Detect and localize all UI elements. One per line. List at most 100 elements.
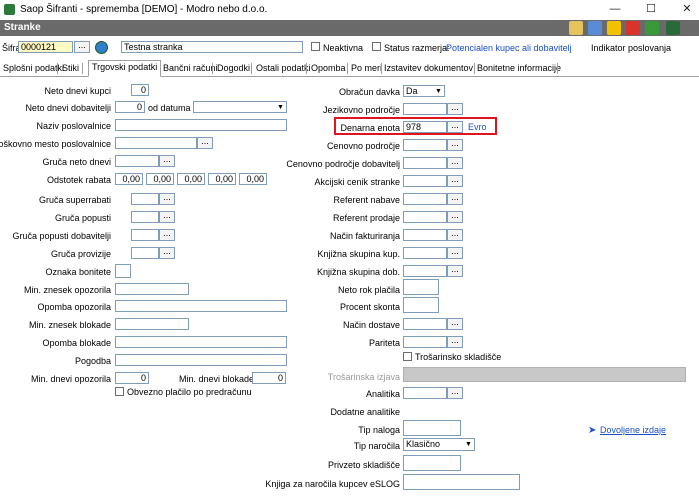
document-icon[interactable] xyxy=(588,21,602,35)
cenovno-dob-input[interactable] xyxy=(403,157,447,169)
nacin-dost-input[interactable] xyxy=(403,318,447,330)
strosk-input[interactable] xyxy=(115,137,197,149)
edit-icon[interactable] xyxy=(569,21,583,35)
ref-prodaje-input[interactable] xyxy=(403,211,447,223)
cenovno-input[interactable] xyxy=(403,139,447,151)
refresh-icon[interactable] xyxy=(645,21,659,35)
delete-icon[interactable] xyxy=(626,21,640,35)
sifra-input[interactable]: 0000121 xyxy=(18,41,73,53)
dovoljene-link[interactable]: Dovoljene izdaje xyxy=(600,425,666,435)
star-icon[interactable] xyxy=(607,21,621,35)
denarna-input[interactable]: 978 xyxy=(403,121,447,133)
globe-icon[interactable] xyxy=(95,41,108,54)
sifra-browse-button[interactable]: ... xyxy=(74,41,90,53)
gruca-sup-input[interactable] xyxy=(131,193,159,205)
neto-dnevi-dob-input[interactable]: 0 xyxy=(115,101,145,113)
gruca-neto-input[interactable] xyxy=(115,155,159,167)
nacin-dost-browse-button[interactable]: ... xyxy=(447,318,463,330)
neaktivna-checkbox[interactable] xyxy=(311,42,320,51)
status-checkbox[interactable] xyxy=(372,42,381,51)
pariteta-input[interactable] xyxy=(403,336,447,348)
gruca-pop-browse-button[interactable]: ... xyxy=(159,211,175,223)
tab-bonitetne[interactable]: Bonitetne informacije xyxy=(474,62,564,75)
pariteta-browse-button[interactable]: ... xyxy=(447,336,463,348)
gruca-neto-browse-button[interactable]: ... xyxy=(159,155,175,167)
procent-input[interactable] xyxy=(403,297,439,313)
cenovno-dob-browse-button[interactable]: ... xyxy=(447,157,463,169)
odstotek-input-5[interactable]: 0,00 xyxy=(239,173,267,185)
obvezno-checkbox[interactable] xyxy=(115,387,124,396)
tab-izstavitev[interactable]: Izstavitev dokumentov xyxy=(381,62,476,75)
gruca-pop-input[interactable] xyxy=(131,211,159,223)
gruca-pop-dob-browse-button[interactable]: ... xyxy=(159,229,175,241)
opomba-blok-input[interactable] xyxy=(115,336,287,348)
cenovno-label: Cenovno področje xyxy=(326,141,400,151)
ref-nabave-label: Referent nabave xyxy=(333,195,400,205)
trosarinsko-checkbox[interactable] xyxy=(403,352,412,361)
ref-prodaje-browse-button[interactable]: ... xyxy=(447,211,463,223)
cenovno-browse-button[interactable]: ... xyxy=(447,139,463,151)
gruca-sup-browse-button[interactable]: ... xyxy=(159,193,175,205)
opomba-opo-input[interactable] xyxy=(115,300,287,312)
neto-rok-input[interactable] xyxy=(403,279,439,295)
knjizna-kup-browse-button[interactable]: ... xyxy=(447,247,463,259)
denarna-currency-link[interactable]: Evro xyxy=(468,122,487,132)
od-datuma-select[interactable]: ▼ xyxy=(193,101,287,113)
exit-icon[interactable] xyxy=(666,21,680,35)
jezikovno-browse-button[interactable]: ... xyxy=(447,103,463,115)
tab-trgovski[interactable]: Trgovski podatki xyxy=(88,60,162,77)
odstotek-input-2[interactable]: 0,00 xyxy=(146,173,174,185)
procent-label: Procent skonta xyxy=(339,302,400,312)
denarna-label: Denarna enota xyxy=(340,123,400,133)
knjiga-input[interactable] xyxy=(403,474,520,490)
nacin-fakt-input[interactable] xyxy=(403,229,447,241)
analitika-browse-button[interactable]: ... xyxy=(447,387,463,399)
pogodba-input[interactable] xyxy=(115,354,287,366)
privzeto-input[interactable] xyxy=(403,455,461,471)
name-input[interactable]: Testna stranka xyxy=(121,41,303,53)
close-icon[interactable]: ✕ xyxy=(676,1,698,17)
ref-nabave-browse-button[interactable]: ... xyxy=(447,193,463,205)
odstotek-input-1[interactable]: 0,00 xyxy=(115,173,143,185)
knjizna-dob-input[interactable] xyxy=(403,265,447,277)
status-link[interactable]: Potencialen kupec ali dobavitelj xyxy=(446,43,572,53)
privzeto-label: Privzeto skladišče xyxy=(327,460,400,470)
tab-stiki[interactable]: Stiki xyxy=(59,62,82,75)
tab-opomba[interactable]: Opomba xyxy=(308,62,349,75)
dodatne-label: Dodatne analitike xyxy=(330,407,400,417)
gruca-pop-dob-input[interactable] xyxy=(131,229,159,241)
knjizna-kup-input[interactable] xyxy=(403,247,447,259)
min-blok-input[interactable] xyxy=(115,318,189,330)
tip-narocila-select[interactable]: Klasično ▼ xyxy=(403,438,475,451)
neto-rok-label: Neto rok plačila xyxy=(337,285,400,295)
min-opo-input[interactable] xyxy=(115,283,189,295)
nacin-fakt-browse-button[interactable]: ... xyxy=(447,229,463,241)
neaktivna-label: Neaktivna xyxy=(323,43,364,53)
oznaka-input[interactable] xyxy=(115,264,131,278)
odstotek-input-4[interactable]: 0,00 xyxy=(208,173,236,185)
naziv-input[interactable] xyxy=(115,119,287,131)
gruca-prov-input[interactable] xyxy=(131,247,159,259)
denarna-browse-button[interactable]: ... xyxy=(447,121,463,133)
analitika-input[interactable] xyxy=(403,387,447,399)
tab-dogodki[interactable]: Dogodki xyxy=(214,62,253,75)
tab-po-meri[interactable]: Po meri xyxy=(348,62,385,75)
minimize-icon[interactable]: — xyxy=(604,1,626,17)
maximize-icon[interactable]: ☐ xyxy=(640,1,662,17)
gruca-pop-dob-label: Gruča popusti dobavitelji xyxy=(12,231,111,241)
neto-dnevi-kupci-input[interactable]: 0 xyxy=(131,84,149,96)
odstotek-input-3[interactable]: 0,00 xyxy=(177,173,205,185)
min-dnevi-opo-input[interactable]: 0 xyxy=(115,372,149,384)
jezikovno-input[interactable] xyxy=(403,103,447,115)
tip-naloga-input[interactable] xyxy=(403,420,461,436)
status-label: Status razmerja: xyxy=(384,43,450,53)
akcijski-input[interactable] xyxy=(403,175,447,187)
obracun-select[interactable]: Da ▼ xyxy=(403,85,445,97)
ref-nabave-input[interactable] xyxy=(403,193,447,205)
tab-ostali[interactable]: Ostali podatki xyxy=(253,62,314,75)
knjizna-dob-browse-button[interactable]: ... xyxy=(447,265,463,277)
strosk-browse-button[interactable]: ... xyxy=(197,137,213,149)
min-dnevi-blok-input[interactable]: 0 xyxy=(252,372,286,384)
akcijski-browse-button[interactable]: ... xyxy=(447,175,463,187)
gruca-prov-browse-button[interactable]: ... xyxy=(159,247,175,259)
